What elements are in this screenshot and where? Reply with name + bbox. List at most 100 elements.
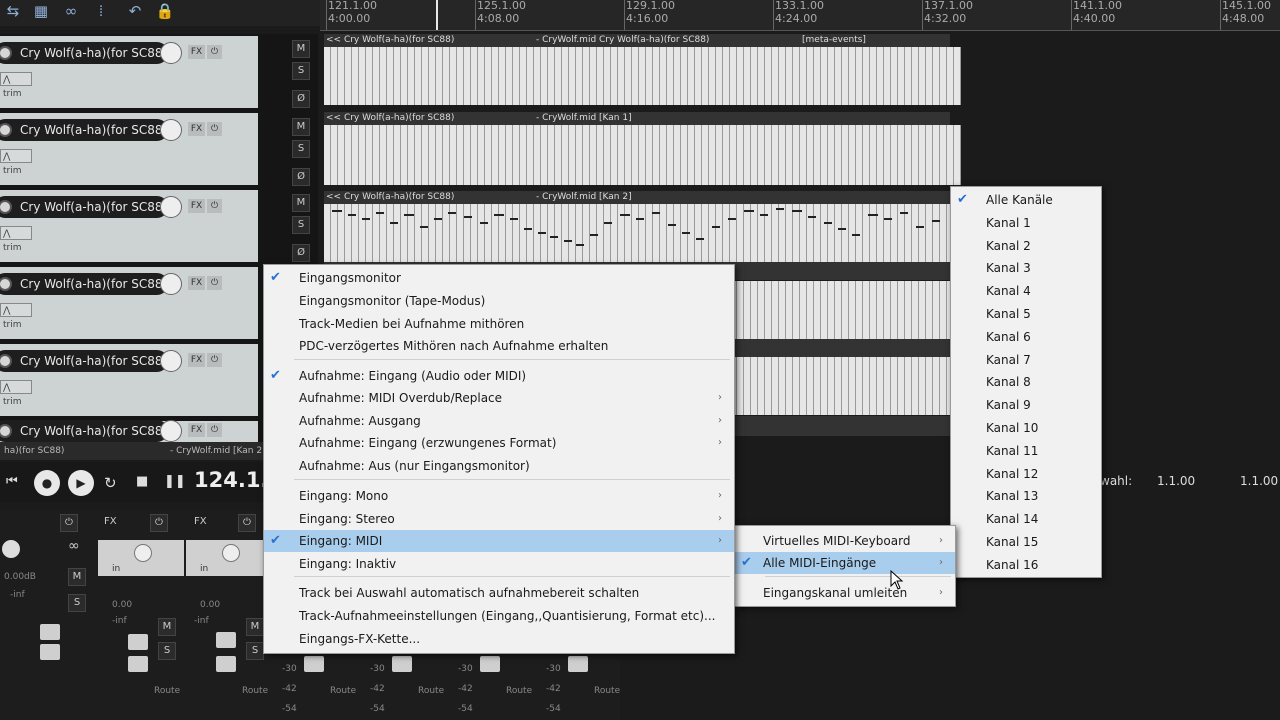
snap-icon[interactable]: ⦙	[90, 2, 112, 20]
channel-item-kanal-4[interactable]: Kanal 4	[951, 280, 1101, 302]
timeline-ruler[interactable]: 121.1.00 4:00.00 125.1.00 4:08.00 129.1.…	[320, 0, 1280, 31]
record-arm-icon[interactable]	[0, 424, 12, 438]
fx-button[interactable]: FX	[188, 122, 205, 136]
phase-button[interactable]: Ø	[292, 168, 310, 186]
track-2[interactable]: Cry Wolf(a-ha)(for SC88) FX ⏻ ⋀ trim	[0, 113, 258, 185]
playhead-marker[interactable]	[436, 0, 438, 30]
volume-fader[interactable]	[216, 632, 236, 648]
mixer-power-icon[interactable]: ⏻	[150, 514, 168, 532]
volume-knob[interactable]	[160, 273, 182, 295]
menu-item-eingangsmonitor[interactable]: ✔ Eingangsmonitor	[264, 267, 734, 289]
channel-item-kanal-14[interactable]: Kanal 14	[951, 508, 1101, 530]
midi-item-body[interactable]	[324, 125, 961, 185]
media-item-header[interactable]: << Cry Wolf(a-ha)(for SC88) - CryWolf.mid…	[324, 34, 950, 47]
track-1[interactable]: Cry Wolf(a-ha)(for SC88) FX ⏻ ⋀ trim	[0, 36, 258, 108]
menu-item-eingang-mono[interactable]: Eingang: Mono ›	[264, 485, 734, 507]
lock-icon[interactable]: 🔒	[154, 2, 176, 20]
loop-icon[interactable]: ⇆	[2, 2, 24, 20]
menu-item-eingang-stereo[interactable]: Eingang: Stereo ›	[264, 508, 734, 530]
menu-item-aufnahme-ausgang[interactable]: Aufnahme: Ausgang ›	[264, 410, 734, 432]
mute-button[interactable]: M	[68, 568, 86, 586]
mute-button[interactable]: M	[246, 618, 264, 636]
power-icon[interactable]: ⏻	[207, 276, 222, 290]
phase-button[interactable]: Ø	[292, 244, 310, 262]
volume-fader[interactable]	[40, 624, 60, 640]
mixer-fx-button[interactable]: FX	[104, 516, 117, 527]
menu-item-track-bei-auswahl-automatisch-aufnahmebereit-schalten[interactable]: Track bei Auswahl automatisch aufnahmebe…	[264, 582, 734, 604]
channel-item-kanal-7[interactable]: Kanal 7	[951, 349, 1101, 371]
fx-button[interactable]: FX	[188, 276, 205, 290]
trim-button[interactable]: ⋀ trim	[0, 380, 32, 407]
menu-item-aufnahme-aus-nur-eingangsmonitor[interactable]: Aufnahme: Aus (nur Eingangsmonitor)	[264, 455, 734, 477]
fx-button[interactable]: FX	[188, 45, 205, 59]
volume-fader[interactable]	[392, 656, 412, 672]
channel-item-kanal-12[interactable]: Kanal 12	[951, 463, 1101, 485]
mixer-fx-button[interactable]: FX	[194, 516, 207, 527]
menu-item-aufnahme-midi-overdub-replace[interactable]: Aufnahme: MIDI Overdub/Replace ›	[264, 387, 734, 409]
channel-item-kanal-6[interactable]: Kanal 6	[951, 326, 1101, 348]
mute-button[interactable]: M	[158, 618, 176, 636]
record-arm-icon[interactable]	[0, 123, 12, 137]
trim-button[interactable]: ⋀ trim	[0, 226, 32, 253]
volume-knob[interactable]	[160, 350, 182, 372]
mixer-strip-2[interactable]: in	[186, 540, 272, 576]
solo-button[interactable]: S	[292, 140, 310, 158]
track-4[interactable]: Cry Wolf(a-ha)(for SC88) FX ⏻ ⋀ trim	[0, 267, 258, 339]
mute-button[interactable]: M	[292, 118, 310, 136]
route-button[interactable]: Route	[594, 686, 620, 696]
channel-item-kanal-3[interactable]: Kanal 3	[951, 257, 1101, 279]
media-item-header[interactable]: << Cry Wolf(a-ha)(for SC88) - CryWolf.mid…	[324, 112, 950, 125]
volume-knob[interactable]	[160, 420, 182, 442]
menu-item-track-medien-bei-aufnahme-mithören[interactable]: Track-Medien bei Aufnahme mithören	[264, 313, 734, 335]
mixer-power-icon[interactable]: ⏻	[60, 514, 78, 532]
menu-item-eingangsmonitor-tape-modus[interactable]: Eingangsmonitor (Tape-Modus)	[264, 290, 734, 312]
menu-item-track-aufnahmeeinstellungen-eingang-quantisierung-format-etc[interactable]: Track-Aufnahmeeinstellungen (Eingang,,Qu…	[264, 605, 734, 627]
media-item-header[interactable]: << Cry Wolf(a-ha)(for SC88) - CryWolf.mid…	[324, 191, 950, 204]
solo-button[interactable]: S	[292, 216, 310, 234]
solo-button[interactable]: S	[246, 642, 264, 660]
mute-button[interactable]: M	[292, 194, 310, 212]
volume-knob[interactable]	[160, 119, 182, 141]
link-icon[interactable]: ∞	[60, 2, 82, 20]
solo-button[interactable]: S	[158, 642, 176, 660]
menu-item-alle-midi-eingänge[interactable]: ✔ Alle MIDI-Eingänge ›	[735, 552, 955, 574]
midi-item-body[interactable]	[324, 204, 961, 262]
record-arm-icon[interactable]	[0, 200, 12, 214]
record-arm-icon[interactable]	[0, 277, 12, 291]
undo-icon[interactable]: ↶	[124, 2, 146, 20]
menu-item-aufnahme-eingang-erzwungenes-format[interactable]: Aufnahme: Eingang (erzwungenes Format) ›	[264, 432, 734, 454]
volume-fader[interactable]	[304, 656, 324, 672]
record-arm-icon[interactable]	[0, 46, 12, 60]
phase-button[interactable]: Ø	[292, 90, 310, 108]
route-button[interactable]: Route	[506, 686, 532, 696]
route-button[interactable]: Route	[242, 686, 268, 696]
channel-item-kanal-2[interactable]: Kanal 2	[951, 235, 1101, 257]
route-button[interactable]: Route	[154, 686, 180, 696]
power-icon[interactable]: ⏻	[207, 353, 222, 367]
track-name[interactable]: Cry Wolf(a-ha)(for SC88)	[0, 420, 168, 442]
fx-button[interactable]: FX	[188, 199, 205, 213]
volume-fader[interactable]	[216, 656, 236, 672]
channel-item-kanal-5[interactable]: Kanal 5	[951, 303, 1101, 325]
record-button[interactable]: ●	[34, 470, 60, 496]
track-name[interactable]: Cry Wolf(a-ha)(for SC88)	[0, 119, 168, 141]
trim-button[interactable]: ⋀ trim	[0, 149, 32, 176]
route-button[interactable]: Route	[330, 686, 356, 696]
volume-fader[interactable]	[128, 656, 148, 672]
link-icon[interactable]: ∞	[68, 538, 80, 554]
pan-knob[interactable]	[134, 544, 152, 562]
play-button[interactable]: ▶	[68, 470, 94, 496]
pause-button[interactable]: ❚❚	[164, 474, 186, 489]
channel-item-kanal-10[interactable]: Kanal 10	[951, 417, 1101, 439]
mixer-power-icon[interactable]: ⏻	[238, 514, 256, 532]
channel-item-kanal-15[interactable]: Kanal 15	[951, 531, 1101, 553]
volume-knob[interactable]	[160, 196, 182, 218]
channel-item-kanal-9[interactable]: Kanal 9	[951, 394, 1101, 416]
menu-item-eingangskanal-umleiten[interactable]: Eingangskanal umleiten ›	[735, 582, 955, 604]
repeat-icon[interactable]: ↻	[104, 474, 117, 492]
power-icon[interactable]: ⏻	[207, 45, 222, 59]
record-arm-icon[interactable]	[0, 354, 12, 368]
route-button[interactable]: Route	[418, 686, 444, 696]
power-icon[interactable]: ⏻	[207, 423, 222, 437]
trim-button[interactable]: ⋀ trim	[0, 72, 32, 99]
